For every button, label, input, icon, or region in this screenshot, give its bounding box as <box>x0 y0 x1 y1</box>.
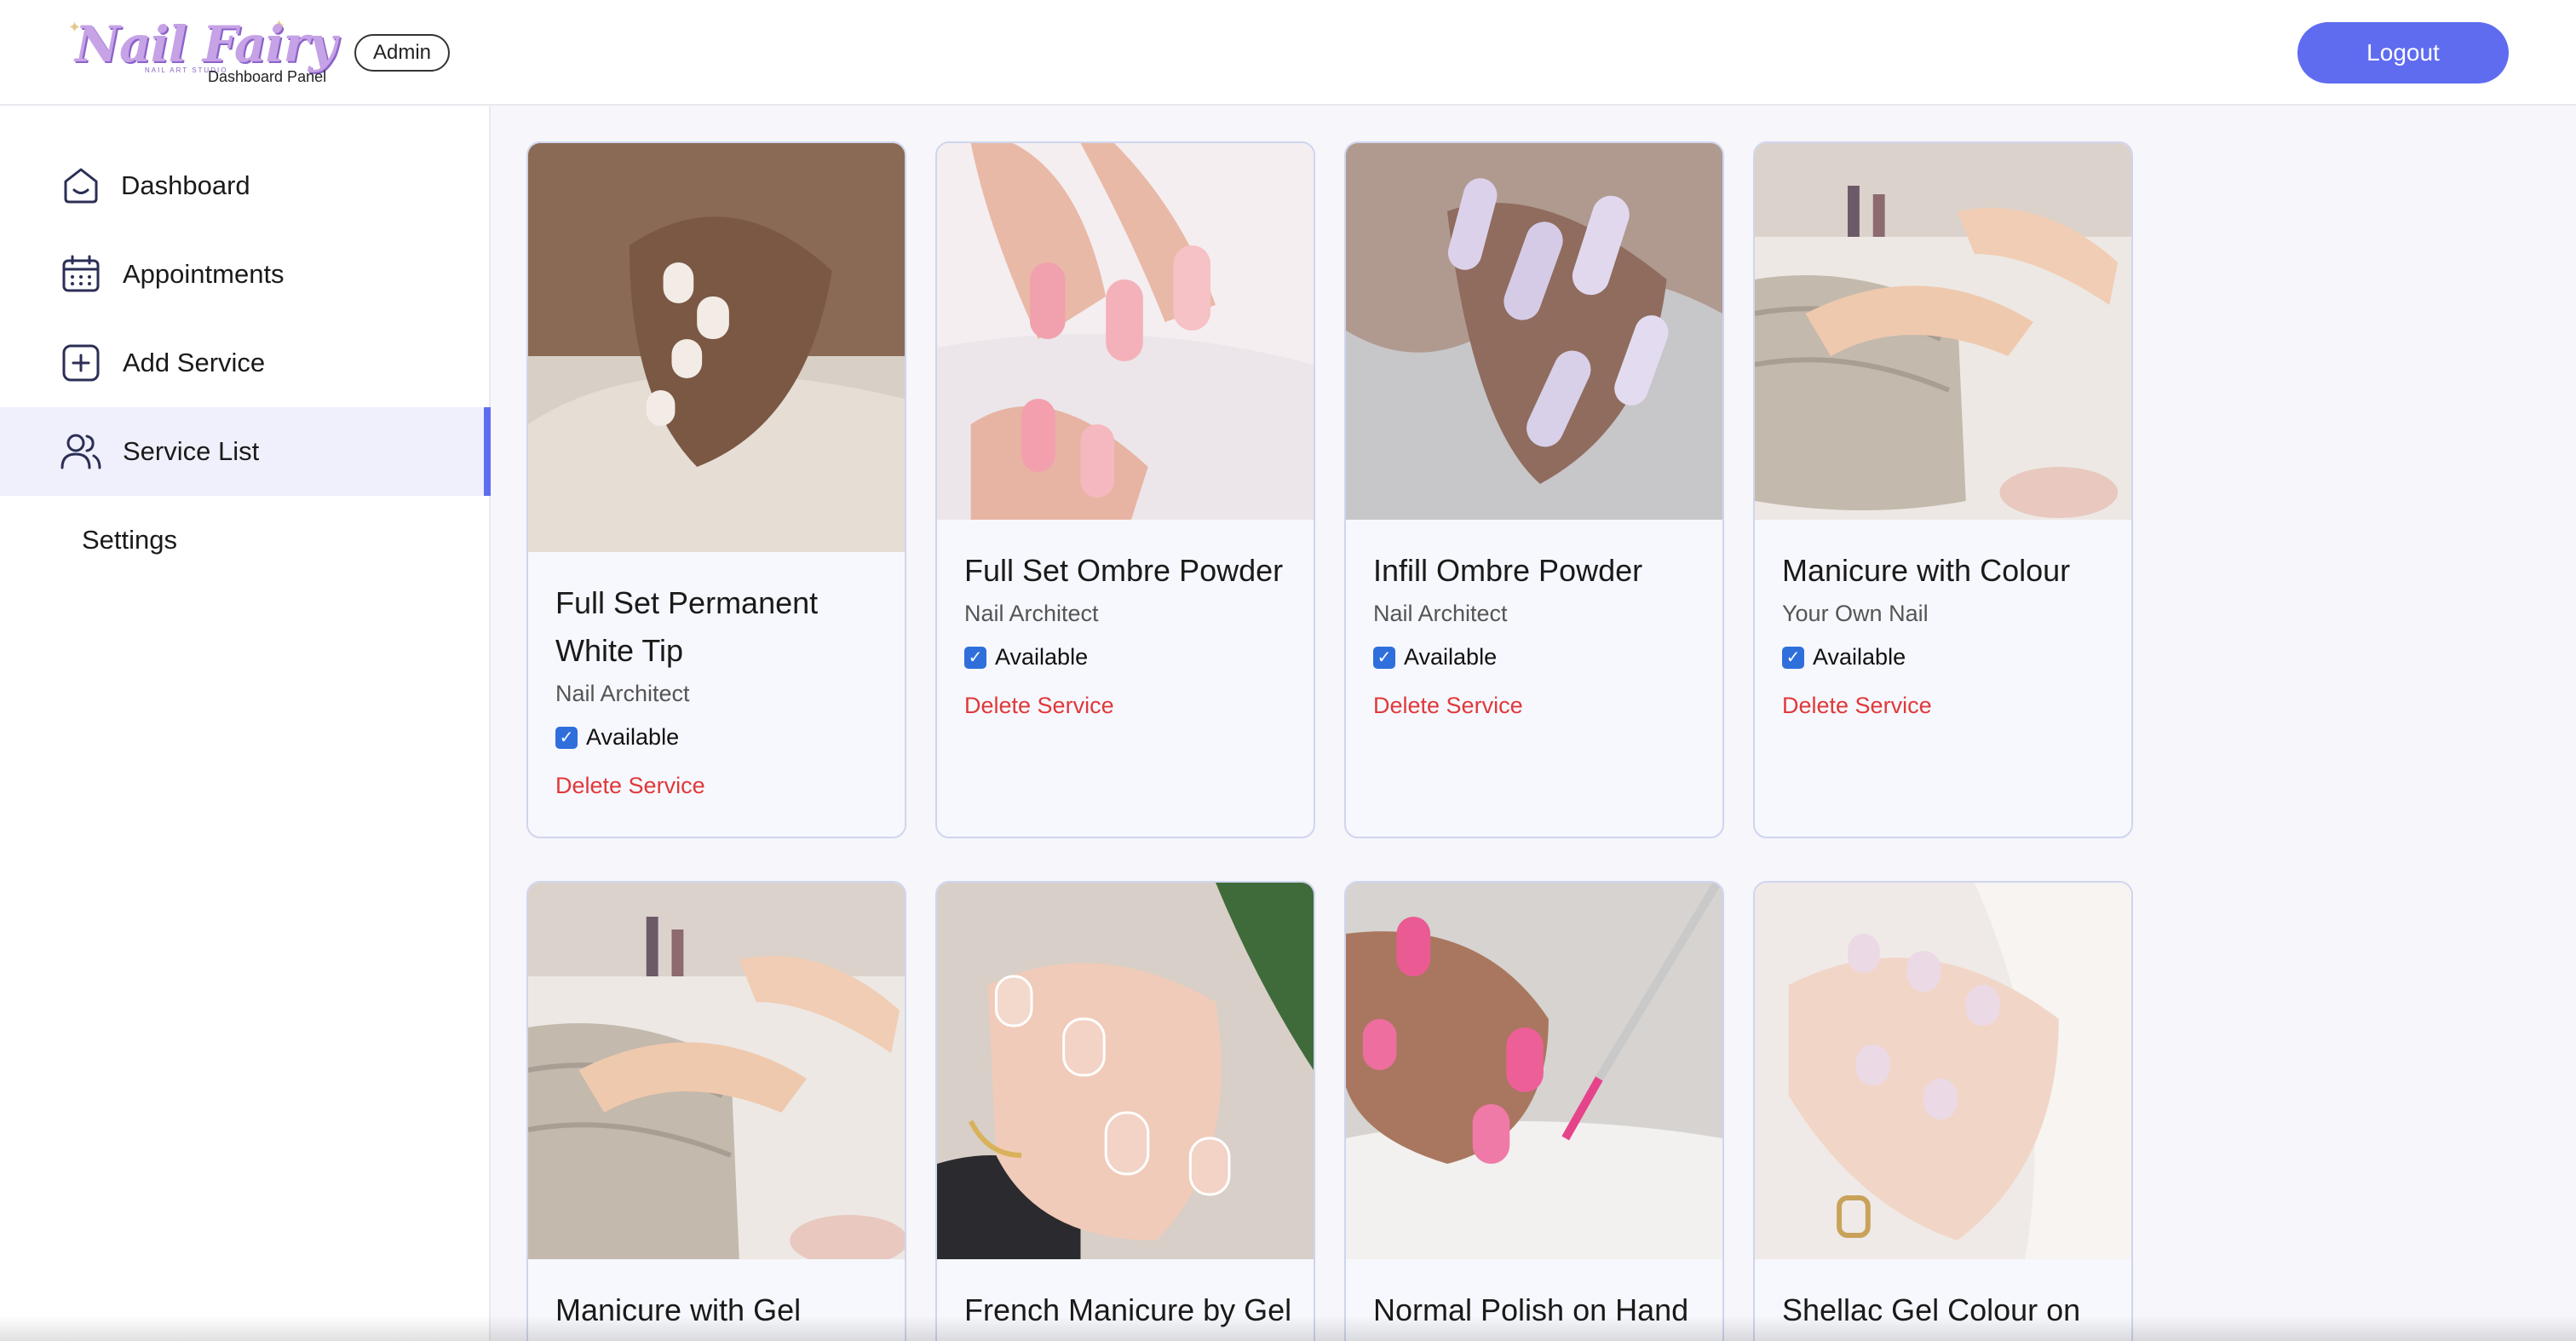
sidebar-item-label: Appointments <box>123 259 285 289</box>
users-icon <box>60 434 101 469</box>
window-bottom-shadow <box>0 1315 2576 1341</box>
sidebar-item-add-service[interactable]: Add Service <box>0 319 491 407</box>
service-card: Infill Ombre Powder Nail Architect ✓ Ava… <box>1344 141 1724 838</box>
service-image <box>1755 883 2131 1259</box>
sidebar: Dashboard Appointments Add Service Servi… <box>0 106 491 1341</box>
availability-toggle[interactable]: ✓ Available <box>964 644 1293 670</box>
service-image <box>937 883 1314 1259</box>
card-body: Manicure with Colour Your Own Nail ✓ Ava… <box>1782 547 2111 719</box>
delete-service-link[interactable]: Delete Service <box>964 693 1293 719</box>
delete-service-link[interactable]: Delete Service <box>555 773 884 799</box>
brand-logo[interactable]: ✦ ✦ Nail Fairy NAIL ART STUDIO Dashboard… <box>68 15 339 89</box>
service-title: Full Set Ombre Powder <box>964 553 1284 588</box>
checkbox-checked-icon[interactable]: ✓ <box>555 726 578 749</box>
card-body: Full Set Permanent White Tip Nail Archit… <box>555 579 884 799</box>
availability-label: Available <box>995 644 1089 670</box>
top-bar: ✦ ✦ Nail Fairy NAIL ART STUDIO Dashboard… <box>0 0 2576 106</box>
service-card: Full Set Permanent White Tip Nail Archit… <box>526 141 906 838</box>
service-title: Full Set Permanent White Tip <box>555 585 819 668</box>
service-image <box>528 883 905 1259</box>
sidebar-item-service-list[interactable]: Service List <box>0 407 491 496</box>
availability-label: Available <box>586 724 680 750</box>
sidebar-item-dashboard[interactable]: Dashboard <box>0 141 491 230</box>
service-card: Manicure with Gel <box>526 881 906 1341</box>
sidebar-item-label: Add Service <box>123 348 266 377</box>
calendar-icon <box>62 255 100 292</box>
service-card: French Manicure by Gel <box>935 881 1315 1341</box>
logout-button[interactable]: Logout <box>2297 22 2509 83</box>
availability-toggle[interactable]: ✓ Available <box>555 724 884 751</box>
service-category: Nail Architect <box>555 681 690 706</box>
availability-label: Available <box>1404 644 1498 670</box>
service-list-panel: Full Set Permanent White Tip Nail Archit… <box>491 106 2576 1341</box>
checkbox-checked-icon[interactable]: ✓ <box>1782 646 1804 669</box>
service-card: Shellac Gel Colour on <box>1753 881 2133 1341</box>
card-body: Infill Ombre Powder Nail Architect ✓ Ava… <box>1373 547 1702 719</box>
sidebar-item-label: Dashboard <box>121 170 250 200</box>
sidebar-item-label: Service List <box>123 436 260 466</box>
add-square-icon <box>62 344 100 382</box>
service-image <box>937 143 1314 520</box>
service-image <box>1346 883 1722 1259</box>
service-title: Infill Ombre Powder <box>1373 553 1643 588</box>
service-image <box>1755 143 2131 520</box>
sidebar-item-settings[interactable]: Settings <box>0 496 491 584</box>
availability-label: Available <box>1813 644 1906 670</box>
checkbox-checked-icon[interactable]: ✓ <box>1373 646 1395 669</box>
checkbox-checked-icon[interactable]: ✓ <box>964 646 986 669</box>
service-card: Normal Polish on Hand <box>1344 881 1724 1341</box>
service-category: Nail Architect <box>964 601 1099 626</box>
availability-toggle[interactable]: ✓ Available <box>1373 644 1702 670</box>
service-title: Manicure with Colour <box>1782 553 2071 588</box>
availability-toggle[interactable]: ✓ Available <box>1782 644 2111 670</box>
logo-wordmark: Nail Fairy <box>75 15 337 73</box>
delete-service-link[interactable]: Delete Service <box>1373 693 1702 719</box>
sidebar-item-label: Settings <box>82 525 178 555</box>
service-card: Full Set Ombre Powder Nail Architect ✓ A… <box>935 141 1315 838</box>
service-image <box>528 143 905 552</box>
service-category: Nail Architect <box>1373 601 1508 626</box>
service-image <box>1346 143 1722 520</box>
home-icon <box>64 168 98 204</box>
service-card: Manicure with Colour Your Own Nail ✓ Ava… <box>1753 141 2133 838</box>
service-category: Your Own Nail <box>1782 601 1929 626</box>
sidebar-item-appointments[interactable]: Appointments <box>0 230 491 319</box>
delete-service-link[interactable]: Delete Service <box>1782 693 2111 719</box>
logo-subtitle: Dashboard Panel <box>208 68 327 85</box>
role-badge: Admin <box>354 34 450 72</box>
card-body: Full Set Ombre Powder Nail Architect ✓ A… <box>964 547 1293 719</box>
